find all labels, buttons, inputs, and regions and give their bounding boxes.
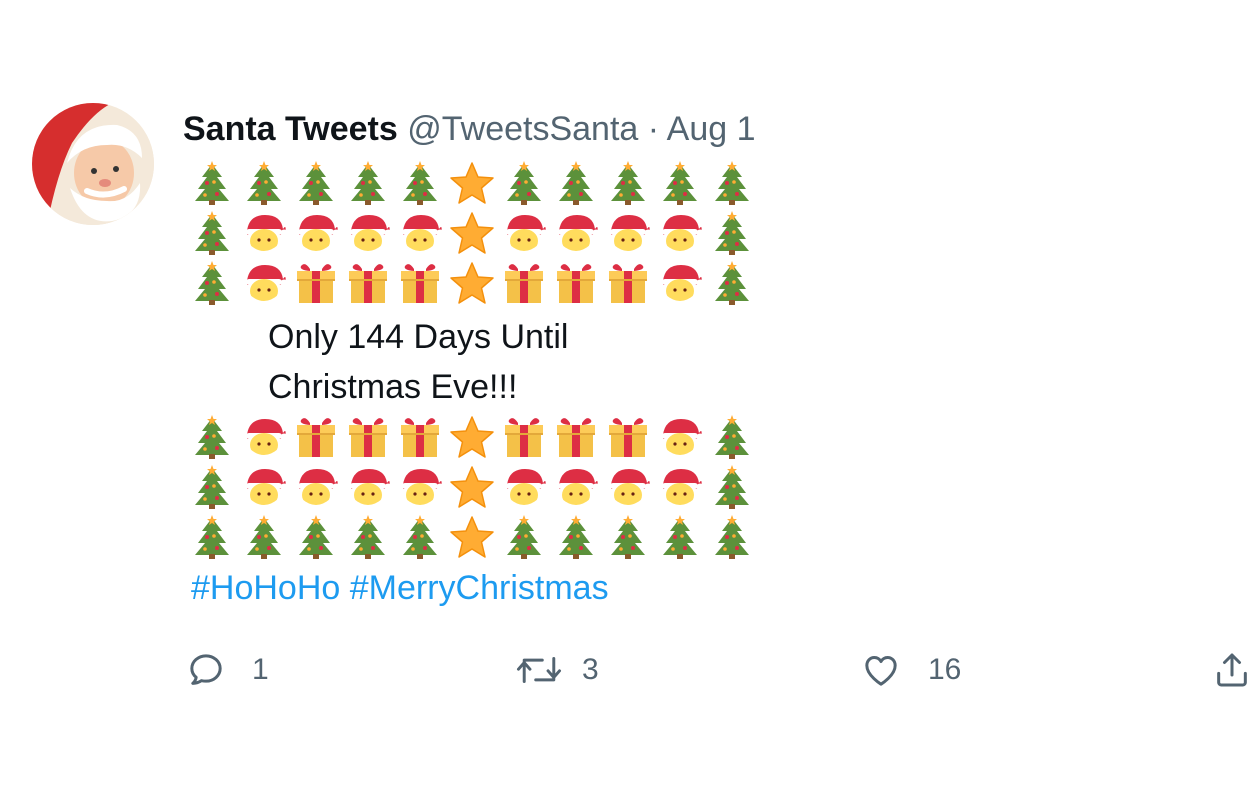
hashtag-link[interactable]: #MerryChristmas — [350, 569, 609, 607]
santa-emoji-icon — [602, 462, 654, 512]
santa-emoji-icon — [238, 258, 290, 308]
star-emoji-icon — [446, 158, 498, 208]
tree-emoji-icon — [602, 158, 654, 208]
retweet-count: 3 — [582, 653, 599, 686]
message-line: Christmas Eve!!! — [268, 368, 518, 406]
tree-emoji-icon — [186, 462, 238, 512]
bottom-emoji-row — [186, 412, 758, 462]
santa-emoji-icon — [654, 258, 706, 308]
gift-emoji-icon — [290, 412, 342, 462]
star-emoji-icon — [446, 462, 498, 512]
santa-emoji-icon — [498, 462, 550, 512]
santa-emoji-icon — [290, 208, 342, 258]
tree-emoji-icon — [394, 512, 446, 562]
top-emoji-row — [186, 258, 758, 308]
tree-emoji-icon — [654, 512, 706, 562]
santa-emoji-icon — [342, 462, 394, 512]
gift-emoji-icon — [602, 258, 654, 308]
emoji-grid-top — [186, 158, 758, 308]
tree-emoji-icon — [290, 512, 342, 562]
like-count: 16 — [928, 653, 962, 686]
avatar[interactable] — [32, 103, 154, 225]
reply-icon — [190, 654, 222, 685]
santa-emoji-icon — [290, 462, 342, 512]
tree-emoji-icon — [186, 258, 238, 308]
gift-emoji-icon — [394, 412, 446, 462]
tree-emoji-icon — [550, 512, 602, 562]
tweet-actions: 1 3 16 — [0, 646, 1260, 698]
star-emoji-icon — [446, 512, 498, 562]
gift-emoji-icon — [498, 258, 550, 308]
top-emoji-row — [186, 158, 758, 208]
gift-emoji-icon — [394, 258, 446, 308]
gift-emoji-icon — [342, 258, 394, 308]
santa-emoji-icon — [394, 462, 446, 512]
tweet-header: Santa Tweets @TweetsSanta · Aug 1 — [183, 108, 756, 150]
bottom-emoji-row — [186, 512, 758, 562]
share-icon — [1217, 653, 1247, 687]
santa-emoji-icon — [602, 208, 654, 258]
retweet-button[interactable]: 3 — [516, 650, 599, 690]
tree-emoji-icon — [654, 158, 706, 208]
santa-emoji-icon — [238, 462, 290, 512]
gift-emoji-icon — [550, 258, 602, 308]
heart-icon — [865, 656, 897, 686]
tree-emoji-icon — [706, 462, 758, 512]
display-name[interactable]: Santa Tweets — [183, 110, 398, 148]
tree-emoji-icon — [706, 158, 758, 208]
handle[interactable]: @TweetsSanta — [407, 110, 638, 148]
tree-emoji-icon — [498, 158, 550, 208]
tree-emoji-icon — [238, 512, 290, 562]
timestamp[interactable]: Aug 1 — [667, 110, 756, 148]
santa-emoji-icon — [238, 208, 290, 258]
santa-emoji-icon — [498, 208, 550, 258]
tweet-message: Only 144 Days Until Christmas Eve!!! — [268, 312, 568, 412]
reply-button[interactable]: 1 — [186, 650, 269, 690]
santa-emoji-icon — [394, 208, 446, 258]
tree-emoji-icon — [706, 412, 758, 462]
tree-emoji-icon — [550, 158, 602, 208]
tree-emoji-icon — [186, 412, 238, 462]
hashtags: #HoHoHo #MerryChristmas — [191, 566, 609, 610]
tree-emoji-icon — [342, 158, 394, 208]
santa-emoji-icon — [238, 412, 290, 462]
tree-emoji-icon — [186, 208, 238, 258]
tree-emoji-icon — [290, 158, 342, 208]
tree-emoji-icon — [186, 158, 238, 208]
santa-emoji-icon — [342, 208, 394, 258]
emoji-grid-bottom — [186, 412, 758, 562]
tree-emoji-icon — [186, 512, 238, 562]
tree-emoji-icon — [238, 158, 290, 208]
tree-emoji-icon — [706, 258, 758, 308]
top-emoji-row — [186, 208, 758, 258]
message-line: Only 144 Days Until — [268, 318, 569, 356]
hashtag-link[interactable]: #HoHoHo — [191, 569, 340, 607]
santa-emoji-icon — [654, 412, 706, 462]
star-emoji-icon — [446, 412, 498, 462]
santa-portrait-icon — [32, 103, 154, 225]
retweet-icon — [516, 657, 562, 683]
tree-emoji-icon — [602, 512, 654, 562]
bottom-emoji-row — [186, 462, 758, 512]
santa-emoji-icon — [550, 208, 602, 258]
tree-emoji-icon — [498, 512, 550, 562]
santa-emoji-icon — [550, 462, 602, 512]
tree-emoji-icon — [706, 208, 758, 258]
share-button[interactable] — [1212, 650, 1252, 690]
gift-emoji-icon — [498, 412, 550, 462]
star-emoji-icon — [446, 208, 498, 258]
santa-emoji-icon — [654, 208, 706, 258]
gift-emoji-icon — [550, 412, 602, 462]
tree-emoji-icon — [342, 512, 394, 562]
tree-emoji-icon — [394, 158, 446, 208]
separator: · — [647, 110, 660, 148]
santa-emoji-icon — [654, 462, 706, 512]
gift-emoji-icon — [290, 258, 342, 308]
reply-count: 1 — [252, 653, 269, 686]
gift-emoji-icon — [602, 412, 654, 462]
star-emoji-icon — [446, 258, 498, 308]
gift-emoji-icon — [342, 412, 394, 462]
like-button[interactable]: 16 — [860, 650, 961, 690]
tree-emoji-icon — [706, 512, 758, 562]
